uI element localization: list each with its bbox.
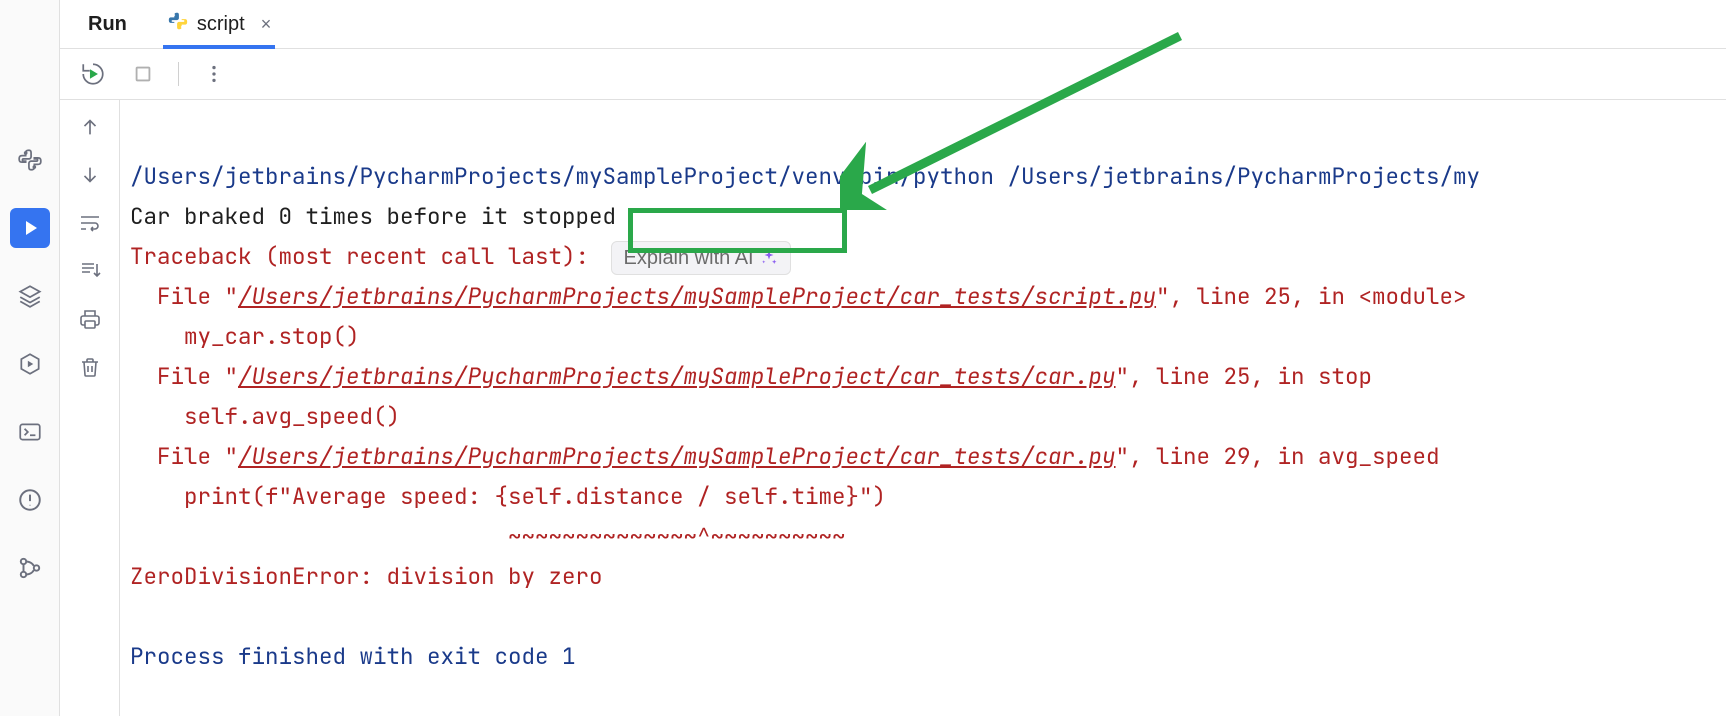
file-label: File " bbox=[130, 361, 238, 391]
traceback-header: Traceback (most recent call last): bbox=[130, 241, 589, 271]
trace-call: print(f"Average speed: {self.distance / … bbox=[130, 481, 886, 511]
sparkle-icon bbox=[760, 249, 778, 267]
toolbar-divider bbox=[178, 62, 179, 86]
run-toolbar bbox=[60, 49, 1726, 100]
tab-script-label: script bbox=[197, 13, 245, 36]
trace-call: self.avg_speed() bbox=[130, 401, 400, 431]
left-tool-rail bbox=[0, 0, 60, 716]
run-panel-title: Run bbox=[88, 13, 127, 36]
error-caret: ~~~~~~~~~~~~~~^~~~~~~~~~~ bbox=[130, 521, 846, 551]
python-file-icon bbox=[167, 10, 189, 38]
tab-script[interactable]: script × bbox=[167, 0, 271, 48]
run-tabs-bar: Run script × bbox=[60, 0, 1726, 49]
stop-icon[interactable] bbox=[128, 59, 158, 89]
up-arrow-icon[interactable] bbox=[75, 112, 105, 142]
soft-wrap-icon[interactable] bbox=[75, 208, 105, 238]
explain-with-ai-button[interactable]: Explain with AI bbox=[611, 241, 791, 275]
command-args: /Users/jetbrains/PycharmProjects/my bbox=[994, 161, 1480, 191]
explain-with-ai-label: Explain with AI bbox=[624, 244, 754, 272]
scroll-to-end-icon[interactable] bbox=[75, 256, 105, 286]
stdout-line: Car braked 0 times before it stopped bbox=[130, 201, 616, 231]
trace-call: my_car.stop() bbox=[130, 321, 360, 351]
trace-location: ", line 25, in <module> bbox=[1156, 281, 1467, 311]
exit-code-line: Process finished with exit code 1 bbox=[130, 641, 576, 671]
trace-link[interactable]: /Users/jetbrains/PycharmProjects/mySampl… bbox=[238, 441, 1116, 471]
problems-icon[interactable] bbox=[10, 480, 50, 520]
terminal-icon[interactable] bbox=[10, 412, 50, 452]
command-path: /Users/jetbrains/PycharmProjects/mySampl… bbox=[130, 161, 994, 191]
services-icon[interactable] bbox=[10, 344, 50, 384]
layers-icon[interactable] bbox=[10, 276, 50, 316]
trace-location: ", line 29, in avg_speed bbox=[1116, 441, 1440, 471]
vcs-icon[interactable] bbox=[10, 548, 50, 588]
trace-link[interactable]: /Users/jetbrains/PycharmProjects/mySampl… bbox=[238, 361, 1116, 391]
python-console-icon[interactable] bbox=[10, 140, 50, 180]
rerun-icon[interactable] bbox=[78, 59, 108, 89]
more-icon[interactable] bbox=[199, 59, 229, 89]
trace-link[interactable]: /Users/jetbrains/PycharmProjects/mySampl… bbox=[238, 281, 1156, 311]
console-gutter bbox=[60, 100, 120, 716]
trash-icon[interactable] bbox=[75, 352, 105, 382]
console-output: /Users/jetbrains/PycharmProjects/mySampl… bbox=[120, 100, 1726, 716]
trace-location: ", line 25, in stop bbox=[1116, 361, 1373, 391]
down-arrow-icon[interactable] bbox=[75, 160, 105, 190]
file-label: File " bbox=[130, 441, 238, 471]
run-tool-icon[interactable] bbox=[10, 208, 50, 248]
error-message: ZeroDivisionError: division by zero bbox=[130, 561, 603, 591]
file-label: File " bbox=[130, 281, 238, 311]
print-icon[interactable] bbox=[75, 304, 105, 334]
close-icon[interactable]: × bbox=[261, 14, 272, 35]
